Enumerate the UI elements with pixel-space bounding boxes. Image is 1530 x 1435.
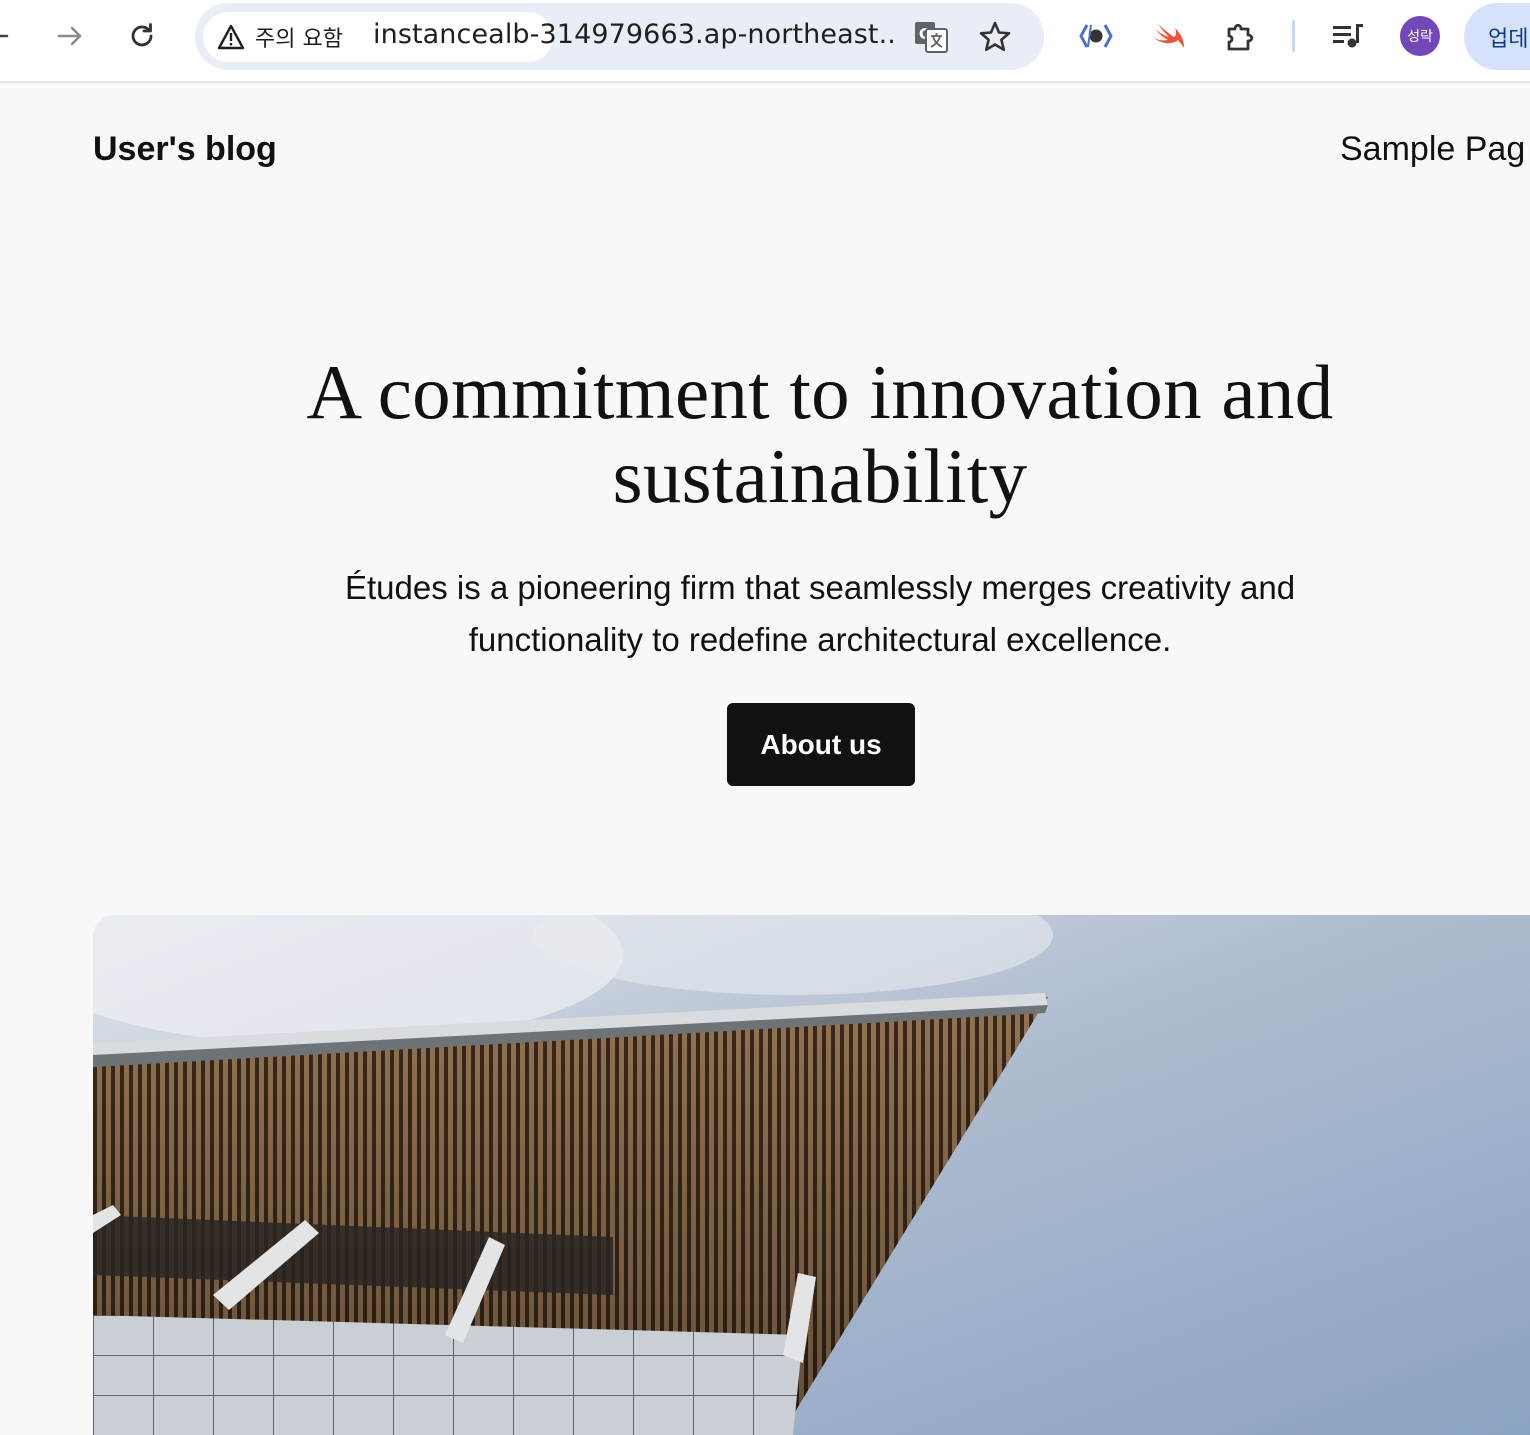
media-queue-icon [1333, 24, 1363, 48]
forward-arrow-icon [57, 26, 82, 46]
toolbar-divider [1292, 20, 1295, 52]
extension-bracket-icon [1079, 24, 1113, 48]
bookmark-button[interactable] [975, 17, 1015, 57]
translate-button[interactable]: G [911, 17, 951, 57]
forward-button[interactable] [48, 14, 92, 58]
hero-description-line2: functionality to redefine architectural … [468, 621, 1172, 658]
extension-button-1[interactable] [1074, 14, 1118, 58]
back-button[interactable] [0, 14, 18, 58]
reload-icon [131, 23, 153, 47]
hero-description-line1: Études is a pioneering firm that seamles… [344, 569, 1296, 606]
nav-link-sample-page[interactable]: Sample Pag [1340, 130, 1525, 169]
hero-heading-line2: sustainability [612, 433, 1028, 519]
translate-icon: G [915, 22, 948, 53]
warning-icon [217, 24, 245, 50]
media-controls-button[interactable] [1326, 14, 1370, 58]
hero-heading-line1: A commitment to innovation and [306, 349, 1334, 435]
hero-heading: A commitment to innovation and sustainab… [220, 350, 1420, 518]
bookmark-star-icon [979, 21, 1011, 52]
extensions-menu-button[interactable] [1218, 14, 1262, 58]
update-button[interactable]: 업데 [1464, 3, 1530, 70]
reload-button[interactable] [120, 14, 164, 58]
about-us-button[interactable]: About us [727, 703, 915, 786]
hero-building-image [93, 915, 1530, 1435]
url-text[interactable]: instancealb-314979663.ap-northeast... [373, 19, 895, 50]
puzzle-extensions-icon [1227, 23, 1254, 51]
extension-button-2[interactable] [1146, 14, 1190, 58]
swift-icon [1154, 24, 1184, 48]
site-title[interactable]: User's blog [93, 130, 277, 169]
back-arrow-icon [0, 34, 9, 38]
profile-avatar[interactable]: 성락 [1400, 16, 1440, 56]
browser-toolbar: 주의 요함 instancealb-314979663.ap-northeast… [0, 0, 1530, 83]
address-bar[interactable]: 주의 요함 instancealb-314979663.ap-northeast… [195, 3, 1044, 70]
hero-description: Études is a pioneering firm that seamles… [270, 562, 1370, 666]
security-chip-label: 주의 요함 [255, 27, 343, 52]
